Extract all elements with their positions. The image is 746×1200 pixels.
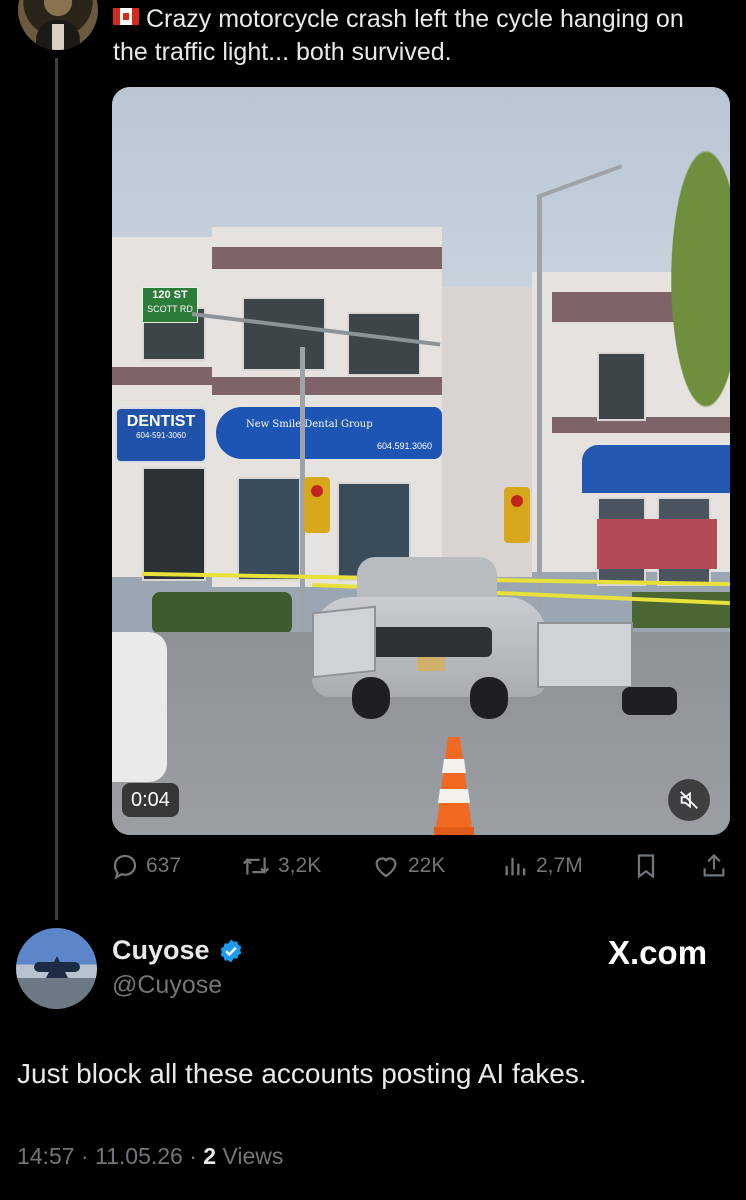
repost-button[interactable]: 3,2K (240, 846, 321, 886)
bookmark-button[interactable] (632, 846, 660, 886)
street-sign-line1: 120 ST (152, 289, 188, 301)
traffic-cone (434, 737, 474, 835)
reply-author-avatar[interactable] (16, 928, 97, 1009)
traffic-light (304, 477, 330, 533)
reply-icon (113, 854, 137, 880)
share-icon (703, 853, 725, 877)
like-count: 22K (408, 854, 446, 877)
thread-connector-line (55, 58, 58, 920)
mute-button[interactable] (668, 779, 710, 821)
tweet-body: Crazy motorcycle crash left the cycle ha… (113, 5, 684, 66)
street-sign-line2: SCOTT RD (147, 304, 193, 314)
heart-icon (375, 857, 397, 878)
store-awning (582, 445, 730, 493)
video-player[interactable]: 120 ST SCOTT RD DENTIST 604-591-3060 New… (112, 87, 730, 835)
reply-text: Just block all these accounts posting AI… (17, 1058, 587, 1089)
bookmark-icon (637, 854, 655, 879)
reply-author-name-row[interactable]: Cuyose (112, 935, 244, 966)
views-button[interactable]: 2,7M (502, 846, 583, 886)
dental-awning-phone: 604.591.3060 (376, 441, 432, 451)
dental-awning-name: New Smile Dental Group (246, 419, 373, 430)
share-button[interactable] (700, 846, 728, 886)
analytics-icon (505, 857, 526, 876)
like-button[interactable]: 22K (370, 846, 445, 886)
reply-views-label: Views (222, 1143, 284, 1169)
reply-author-name[interactable]: Cuyose (112, 935, 210, 966)
street-sign: 120 ST SCOTT RD (142, 287, 198, 323)
speaker-muted-icon (680, 791, 698, 809)
meta-separator: · (189, 1143, 197, 1169)
traffic-light (504, 487, 530, 543)
reply-author-handle[interactable]: @Cuyose (112, 971, 222, 1000)
views-count: 2,7M (536, 854, 583, 877)
meta-separator: · (80, 1143, 89, 1169)
canada-flag-icon (113, 8, 139, 25)
police-car (112, 632, 167, 782)
x-brand-logo: X.com (608, 934, 708, 971)
reply-count: 637 (146, 854, 182, 877)
reply-time[interactable]: 14:57 (17, 1143, 75, 1169)
tree (652, 147, 730, 477)
repost-icon (242, 857, 270, 875)
reply-button[interactable]: 637 (110, 846, 181, 886)
dentist-sign-title: DENTIST (126, 413, 196, 430)
dental-awning: New Smile Dental Group 604.591.3060 (216, 407, 442, 459)
dentist-sign: DENTIST 604-591-3060 (115, 407, 207, 463)
tweet-text: Crazy motorcycle crash left the cycle ha… (113, 3, 723, 69)
reply-date[interactable]: 11.05.26 (95, 1143, 183, 1169)
author-avatar[interactable] (18, 0, 98, 50)
video-timestamp: 0:04 (122, 783, 179, 817)
verified-badge-icon (220, 939, 241, 962)
reply-views-count: 2 (203, 1143, 217, 1169)
reply-meta: 14:57 · 11.05.26 · 2 Views (17, 1143, 283, 1170)
repost-count: 3,2K (278, 854, 322, 877)
dentist-sign-phone: 604-591-3060 (136, 431, 186, 440)
